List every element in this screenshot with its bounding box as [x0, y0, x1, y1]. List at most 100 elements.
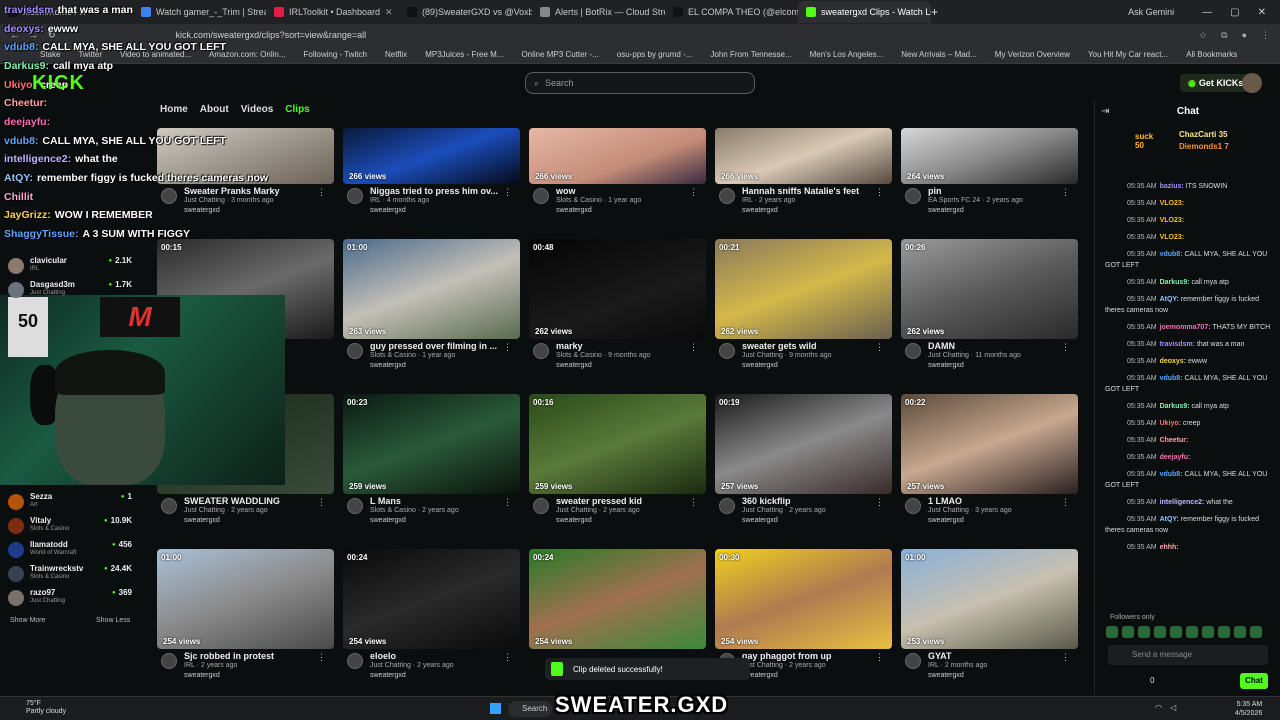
emote[interactable]: [1122, 626, 1134, 638]
chat-username[interactable]: joemomma707:: [1160, 324, 1213, 331]
clip-channel[interactable]: sweatergxd: [370, 672, 406, 679]
bookmark-item[interactable]: Men's Los Angeles...: [810, 50, 884, 59]
chat-username[interactable]: AtQY:: [1160, 516, 1181, 523]
sidebar-channel[interactable]: razo97Just Chatting 369: [8, 588, 132, 610]
browser-tab[interactable]: (89)SweaterGXD vs @Voxbolts✕: [399, 1, 532, 23]
channel-avatar[interactable]: [161, 653, 177, 669]
clip-title[interactable]: gay phaggot from up: [742, 651, 882, 661]
bookmark-item[interactable]: Following - Twitch: [304, 50, 367, 59]
minimize-icon[interactable]: —: [1202, 7, 1212, 18]
clip-channel[interactable]: sweatergxd: [556, 517, 592, 524]
more-options-icon[interactable]: ⋮: [875, 187, 884, 198]
chat-username[interactable]: deoxys:: [1160, 358, 1188, 365]
clip-thumbnail[interactable]: 266 views: [529, 128, 706, 184]
kick-logo[interactable]: KICK: [32, 72, 85, 95]
chat-username[interactable]: Cheetur:: [1160, 437, 1189, 444]
clip-card[interactable]: 01:00 263 views guy pressed over filming i…: [343, 239, 520, 389]
channel-avatar[interactable]: [347, 653, 363, 669]
clip-thumbnail[interactable]: 00:26 262 views: [901, 239, 1078, 339]
clip-thumbnail[interactable]: 00:48 262 views: [529, 239, 706, 339]
close-tab-icon[interactable]: ✕: [385, 7, 393, 18]
clip-channel[interactable]: sweatergxd: [928, 672, 964, 679]
emote[interactable]: [1170, 626, 1182, 638]
bookmark-item[interactable]: My Verizon Overview: [995, 50, 1070, 59]
channel-avatar[interactable]: [905, 653, 921, 669]
browser-tab[interactable]: Alerts | BotRix — Cloud Stream✕: [532, 1, 665, 23]
emote[interactable]: [1250, 626, 1262, 638]
clip-channel[interactable]: sweatergxd: [928, 517, 964, 524]
clip-thumbnail[interactable]: 00:22 257 views: [901, 394, 1078, 494]
clip-title[interactable]: Sweater Pranks Marky: [184, 186, 324, 196]
sidebar-channel[interactable]: VitalySlots & Casino 10.9K: [8, 516, 132, 538]
chat-username[interactable]: bazius:: [1160, 183, 1186, 190]
clip-channel[interactable]: sweatergxd: [928, 207, 964, 214]
clip-thumbnail[interactable]: 00:24 254 views: [529, 549, 706, 649]
clip-thumbnail[interactable]: 00:23 259 views: [343, 394, 520, 494]
bookmark-item[interactable]: MP3Juices - Free M...: [425, 50, 503, 59]
more-options-icon[interactable]: ⋮: [317, 652, 326, 663]
taskbar-search[interactable]: Search: [508, 701, 552, 717]
chat-username[interactable]: VLO23:: [1160, 200, 1185, 207]
more-options-icon[interactable]: ⋮: [503, 187, 512, 198]
bookmark-item[interactable]: Online MP3 Cutter -...: [521, 50, 598, 59]
sidebar-channel[interactable]: SezzaArt 1: [8, 492, 132, 514]
clip-channel[interactable]: sweatergxd: [370, 207, 406, 214]
clip-card[interactable]: Sweater Pranks Marky Just Chatting · 3 mo…: [157, 75, 334, 225]
clip-title[interactable]: Niggas tried to press him ov...: [370, 186, 510, 196]
chat-username[interactable]: ehhh:: [1160, 544, 1179, 551]
extensions-icon[interactable]: ⧉: [1221, 30, 1227, 41]
channel-avatar[interactable]: [161, 498, 177, 514]
clip-title[interactable]: GYAT: [928, 651, 1068, 661]
clip-card[interactable]: 266 views wow Slots & Casino · 1 year ago s…: [529, 75, 706, 225]
clip-thumbnail[interactable]: 00:30 254 views: [715, 549, 892, 649]
emote[interactable]: [1202, 626, 1214, 638]
show-more-button[interactable]: Show More: [10, 617, 45, 624]
more-options-icon[interactable]: ⋮: [317, 497, 326, 508]
emote[interactable]: [1186, 626, 1198, 638]
more-options-icon[interactable]: ⋮: [503, 342, 512, 353]
channel-avatar[interactable]: [905, 498, 921, 514]
clip-channel[interactable]: sweatergxd: [928, 362, 964, 369]
clip-channel[interactable]: sweatergxd: [742, 362, 778, 369]
chat-username[interactable]: vdub8:: [1160, 375, 1185, 382]
clip-channel[interactable]: sweatergxd: [556, 207, 592, 214]
channel-avatar[interactable]: [905, 188, 921, 204]
clip-thumbnail[interactable]: 264 views: [901, 128, 1078, 184]
profile-icon[interactable]: ●: [1242, 30, 1247, 41]
browser-tab[interactable]: EL COMPA THEO (@elcompa...✕: [665, 1, 798, 23]
chat-username[interactable]: VLO23:: [1160, 234, 1185, 241]
clip-channel[interactable]: sweatergxd: [184, 207, 220, 214]
clip-card[interactable]: 00:23 259 views L Mans Slots & Casino · 2 y…: [343, 394, 520, 544]
user-avatar[interactable]: [1242, 73, 1262, 93]
bookmark-item[interactable]: Netflix: [385, 50, 407, 59]
browser-tab[interactable]: sweatergxd Clips - Watch Live✕: [798, 1, 931, 23]
clip-thumbnail[interactable]: 01:00 254 views: [157, 549, 334, 649]
more-options-icon[interactable]: ⋮: [503, 497, 512, 508]
chat-username[interactable]: vdub8:: [1160, 251, 1185, 258]
clip-card[interactable]: 00:21 262 views sweater gets wild Just Chat…: [715, 239, 892, 389]
channel-avatar[interactable]: [347, 498, 363, 514]
clip-card[interactable]: 01:00 253 views GYAT IRL · 2 months ago swea…: [901, 549, 1078, 699]
browser-tab[interactable]: Watch gamer_-_Trim | Stream✕: [133, 1, 266, 23]
more-options-icon[interactable]: ⋮: [689, 342, 698, 353]
chat-username[interactable]: deejayfu:: [1160, 454, 1191, 461]
clip-card[interactable]: 264 views pin EA Sports FC 24 · 2 years ag…: [901, 75, 1078, 225]
wifi-icon[interactable]: ◠: [1155, 703, 1162, 712]
channel-avatar[interactable]: [347, 188, 363, 204]
more-options-icon[interactable]: ⋮: [1061, 342, 1070, 353]
url-field[interactable]: kick.com/sweatergxd/clips?sort=view&rang…: [176, 30, 367, 40]
channel-avatar[interactable]: [533, 343, 549, 359]
bookmark-item[interactable]: John From Tennesse...: [710, 50, 791, 59]
clip-title[interactable]: marky: [556, 341, 696, 351]
clip-title[interactable]: guy pressed over filming in ...: [370, 341, 510, 351]
emote[interactable]: [1218, 626, 1230, 638]
channel-avatar[interactable]: [161, 188, 177, 204]
channel-avatar[interactable]: [533, 188, 549, 204]
bookmark-item[interactable]: osu-pps by grumd -...: [617, 50, 693, 59]
clip-title[interactable]: 360 kickflip: [742, 496, 882, 506]
bookmark-item[interactable]: All Bookmarks: [1186, 50, 1237, 59]
close-window-icon[interactable]: ✕: [1258, 7, 1266, 18]
clip-card[interactable]: 00:19 257 views 360 kickflip Just Chatting …: [715, 394, 892, 544]
sidebar-channel[interactable]: Dasgasd3mJust Chatting 1.7K: [8, 280, 132, 302]
clip-card[interactable]: 266 views Hannah sniffs Natalie's feet IRL…: [715, 75, 892, 225]
